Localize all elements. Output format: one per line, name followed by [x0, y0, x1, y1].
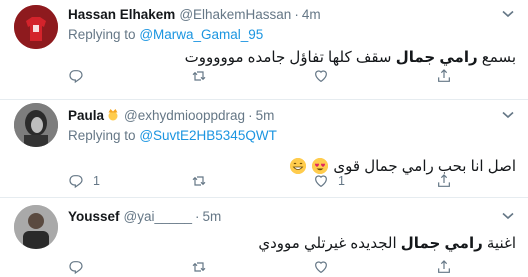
tweet-hassan[interactable]: Hassan Elhakem @ElhakemHassan · 4m Reply… [0, 0, 528, 100]
author-name[interactable]: Youssef [68, 209, 120, 224]
reply-icon [69, 70, 83, 84]
replying-to: Replying to @Marwa_Gamal_95 [68, 27, 516, 45]
retweet-button[interactable] [190, 173, 208, 189]
crown-emoji-icon [106, 107, 120, 124]
author-handle[interactable]: @exhydmiooppdrag [124, 108, 245, 123]
tweet-time[interactable]: 4m [302, 7, 321, 22]
like-button[interactable] [313, 259, 329, 275]
tweet-youssef[interactable]: Youssef @yai_____ · 5m اغنية رامي جمال ا… [0, 197, 528, 277]
avatar-jersey-image [14, 5, 58, 49]
tweet-actions: 1 1 [68, 171, 528, 191]
tweet-text-highlight: رامي جمال [395, 49, 478, 66]
reply-button[interactable] [68, 259, 84, 275]
author-name[interactable]: Hassan Elhakem [68, 7, 175, 22]
avatar[interactable] [14, 103, 58, 147]
separator-dot: · [248, 107, 253, 123]
tweet-text-start: بسمع [481, 49, 516, 66]
replying-to-label: Replying to [68, 27, 136, 42]
retweet-icon [192, 71, 206, 81]
replying-to-link[interactable]: @SuvtE2HB5345QWT [139, 128, 277, 143]
like-icon [315, 261, 327, 274]
author-handle[interactable]: @yai_____ [124, 209, 193, 224]
retweet-icon [192, 176, 206, 186]
tweet-actions [68, 257, 528, 277]
author-name[interactable]: Paula [68, 108, 104, 123]
author-handle[interactable]: @ElhakemHassan [179, 7, 291, 22]
share-icon [438, 69, 450, 82]
share-button[interactable] [436, 68, 452, 84]
tweet-text-highlight: رامي جمال [400, 235, 483, 252]
separator-dot: · [294, 6, 299, 22]
tweet-text-end: سقف كلها تفاؤل جامده موووووت [184, 49, 392, 66]
like-count: 1 [338, 174, 345, 188]
chevron-down-icon[interactable] [500, 207, 516, 225]
reply-button[interactable]: 1 [68, 173, 100, 189]
tweet-text-start: اغنية [486, 235, 516, 252]
share-icon [438, 260, 450, 273]
replying-to-label: Replying to [68, 128, 136, 143]
retweet-button[interactable] [190, 68, 208, 84]
reply-button[interactable] [68, 68, 84, 84]
tweet-paula[interactable]: Paula @exhydmiooppdrag · 5m Replying to … [0, 100, 528, 198]
tweet-text-end: الجديده غيرتلي موودي [258, 235, 397, 252]
retweet-button[interactable] [190, 259, 208, 275]
tweet-actions [68, 66, 528, 86]
separator-dot: · [195, 208, 200, 224]
tweet-time[interactable]: 5m [256, 108, 275, 123]
replying-to-link[interactable]: @Marwa_Gamal_95 [139, 27, 263, 42]
tweet-text: اغنية رامي جمال الجديده غيرتلي موودي [68, 233, 516, 255]
like-icon [315, 70, 327, 83]
avatar-photo-image [14, 205, 58, 249]
like-icon [315, 175, 327, 188]
retweet-icon [192, 262, 206, 272]
share-button[interactable] [436, 259, 452, 275]
chevron-down-icon[interactable] [500, 5, 516, 23]
share-button[interactable] [436, 173, 452, 189]
like-button[interactable] [313, 68, 329, 84]
avatar-photo-image [14, 103, 58, 147]
tweet-time[interactable]: 5m [203, 209, 222, 224]
avatar[interactable] [14, 5, 58, 49]
avatar[interactable] [14, 205, 58, 249]
like-button[interactable]: 1 [313, 173, 345, 189]
reply-icon [69, 261, 83, 275]
reply-icon [69, 175, 83, 189]
reply-count: 1 [93, 174, 100, 188]
share-icon [438, 174, 450, 187]
replying-to: Replying to @SuvtE2HB5345QWT [68, 128, 516, 146]
chevron-down-icon[interactable] [500, 106, 516, 124]
